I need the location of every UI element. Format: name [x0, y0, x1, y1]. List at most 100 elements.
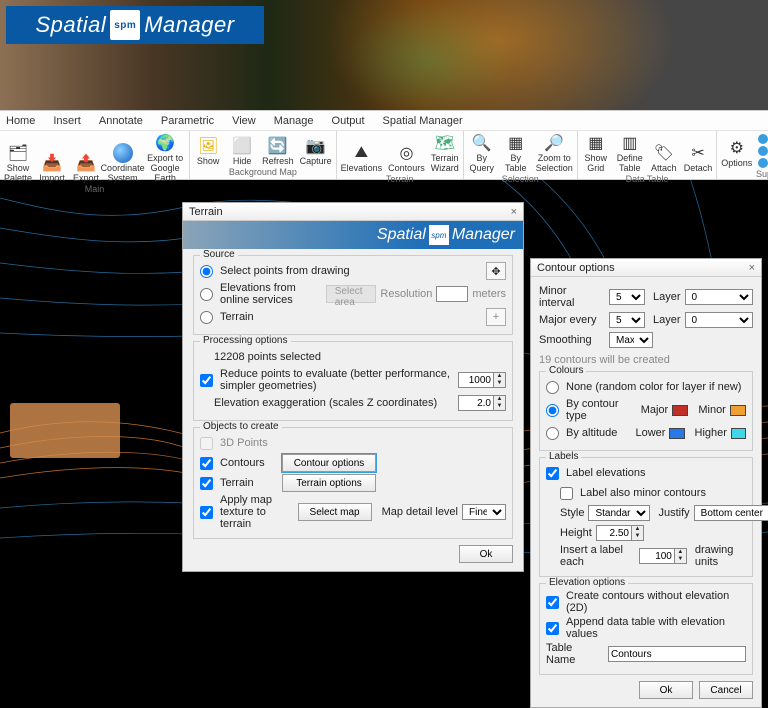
attach-icon: 🏷: [654, 143, 674, 163]
zoom-icon: 🔎: [544, 133, 564, 153]
append-data-table-checkbox[interactable]: [546, 622, 559, 635]
import-icon: 📥: [42, 153, 62, 173]
import-button[interactable]: 📥Import: [38, 133, 66, 183]
earth-icon: 🌍: [155, 133, 175, 153]
label-elevations-checkbox[interactable]: [546, 467, 559, 480]
colour-bytype-radio[interactable]: [546, 404, 559, 417]
ribbon-tabs: Home Insert Annotate Parametric View Man…: [0, 111, 768, 131]
help-link[interactable]: Help: [758, 133, 768, 144]
major-every-select[interactable]: 5: [609, 312, 645, 328]
detach-button[interactable]: ✂Detach: [684, 133, 713, 173]
higher-colour-swatch[interactable]: [731, 428, 746, 439]
smoothing-select[interactable]: Max: [609, 332, 653, 348]
contour-cancel-button[interactable]: Cancel: [699, 681, 753, 699]
select-points-button[interactable]: ✥: [486, 262, 506, 280]
contours-checkbox[interactable]: [200, 457, 213, 470]
terrain-checkbox[interactable]: [200, 477, 213, 490]
colour-byaltitude-radio[interactable]: [546, 427, 559, 440]
terrain-dialog-title: Terrain: [189, 206, 223, 218]
contour-ok-button[interactable]: Ok: [639, 681, 693, 699]
attach-button[interactable]: 🏷Attach: [650, 133, 678, 173]
map-detail-select[interactable]: Fine: [462, 504, 506, 520]
palette-icon: 🗂: [8, 143, 28, 163]
contours-2d-checkbox[interactable]: [546, 596, 559, 609]
bgmap-hide-button[interactable]: ⬜Hide: [228, 133, 256, 166]
label-justify-select[interactable]: Bottom center: [694, 505, 768, 521]
label-minor-checkbox[interactable]: [560, 487, 573, 500]
objects-fieldset: Objects to create 3D Points Contours Con…: [193, 427, 513, 539]
label-height-stepper[interactable]: ▲▼: [596, 525, 644, 541]
label-each-stepper[interactable]: ▲▼: [639, 548, 687, 564]
information-link[interactable]: Information: [758, 157, 768, 168]
define-table-icon: ▥: [620, 133, 640, 153]
detach-icon: ✂: [688, 143, 708, 163]
table-name-input[interactable]: [608, 646, 746, 662]
define-table-button[interactable]: ▥Define Table: [616, 133, 644, 173]
export-button[interactable]: 📤Export: [72, 133, 100, 183]
major-layer-select[interactable]: 0: [685, 312, 753, 328]
contour-dialog-title: Contour options: [537, 262, 615, 274]
show-grid-button[interactable]: ▦Show Grid: [582, 133, 610, 173]
source-drawing-radio[interactable]: [200, 265, 213, 278]
exaggeration-stepper[interactable]: ▲▼: [458, 395, 506, 411]
options-button[interactable]: ⚙Options: [721, 133, 752, 168]
contours-icon: ◎: [396, 143, 416, 163]
lower-colour-swatch[interactable]: [669, 428, 684, 439]
contour-dialog-titlebar[interactable]: Contour options ×: [531, 259, 761, 277]
by-query-button[interactable]: 🔍By Query: [468, 133, 496, 173]
by-table-button[interactable]: ▦By Table: [502, 133, 530, 173]
elevations-button[interactable]: ⛰Elevations: [341, 133, 383, 173]
terrain-dialog-brand: SpatialspmManager: [183, 221, 523, 249]
tab-view[interactable]: View: [232, 115, 256, 127]
contour-options-dialog: Contour options × Minor interval 5 Layer…: [530, 258, 762, 708]
ribbon-group-background-map: 🖼Show ⬜Hide 🔄Refresh 📷Capture Background…: [190, 131, 337, 179]
tab-manage[interactable]: Manage: [274, 115, 314, 127]
updates-link[interactable]: Updates: [758, 145, 768, 156]
refresh-icon: 🔄: [268, 136, 288, 156]
bgmap-show-button[interactable]: 🖼Show: [194, 133, 222, 166]
major-colour-swatch[interactable]: [672, 405, 688, 416]
select-terrain-button: +: [486, 308, 506, 326]
reduce-points-stepper[interactable]: ▲▼: [458, 372, 506, 388]
tab-output[interactable]: Output: [332, 115, 365, 127]
terrain-ok-button[interactable]: Ok: [459, 545, 513, 563]
bgmap-refresh-button[interactable]: 🔄Refresh: [262, 133, 294, 166]
source-fieldset: Source Select points from drawing ✥ Elev…: [193, 255, 513, 335]
ribbon: Home Insert Annotate Parametric View Man…: [0, 110, 768, 180]
export-google-earth-button[interactable]: 🌍Export to Google Earth: [145, 133, 185, 183]
elevations-icon: ⛰: [351, 143, 371, 163]
select-area-button: Select area: [326, 285, 377, 303]
show-palette-button[interactable]: 🗂Show Palette: [4, 133, 32, 183]
close-icon[interactable]: ×: [511, 206, 517, 218]
tab-parametric[interactable]: Parametric: [161, 115, 214, 127]
close-icon[interactable]: ×: [749, 262, 755, 274]
apply-texture-checkbox[interactable]: [200, 506, 213, 519]
terrain-options-button[interactable]: Terrain options: [282, 474, 376, 492]
map-hide-icon: ⬜: [232, 136, 252, 156]
labels-fieldset: Labels Label elevations Label also minor…: [539, 457, 753, 577]
terrain-dialog-titlebar[interactable]: Terrain ×: [183, 203, 523, 221]
terrain-wizard-button[interactable]: 🗺Terrain Wizard: [431, 133, 459, 173]
source-online-radio[interactable]: [200, 288, 213, 301]
minor-layer-select[interactable]: 0: [685, 289, 753, 305]
contours-button[interactable]: ◎Contours: [388, 133, 425, 173]
reduce-points-checkbox[interactable]: [200, 374, 213, 387]
contour-options-button[interactable]: Contour options: [282, 454, 376, 472]
coordinate-system-button[interactable]: Coordinate System: [106, 133, 139, 183]
zoom-selection-button[interactable]: 🔎Zoom to Selection: [536, 133, 573, 173]
select-map-button[interactable]: Select map: [298, 503, 372, 521]
ribbon-group-terrain: ⛰Elevations ◎Contours 🗺Terrain Wizard Te…: [337, 131, 464, 179]
globe-icon: [113, 143, 133, 163]
minor-colour-swatch[interactable]: [730, 405, 746, 416]
minor-interval-select[interactable]: 5: [609, 289, 645, 305]
label-style-select[interactable]: Standard: [588, 505, 650, 521]
tab-spatial-manager[interactable]: Spatial Manager: [383, 115, 463, 127]
tab-annotate[interactable]: Annotate: [99, 115, 143, 127]
bgmap-capture-button[interactable]: 📷Capture: [300, 133, 332, 166]
app-logo: Spatial spm Manager: [6, 6, 264, 44]
tab-home[interactable]: Home: [6, 115, 35, 127]
updates-icon: [758, 146, 768, 156]
source-terrain-radio[interactable]: [200, 311, 213, 324]
colour-none-radio[interactable]: [546, 381, 559, 394]
tab-insert[interactable]: Insert: [53, 115, 81, 127]
